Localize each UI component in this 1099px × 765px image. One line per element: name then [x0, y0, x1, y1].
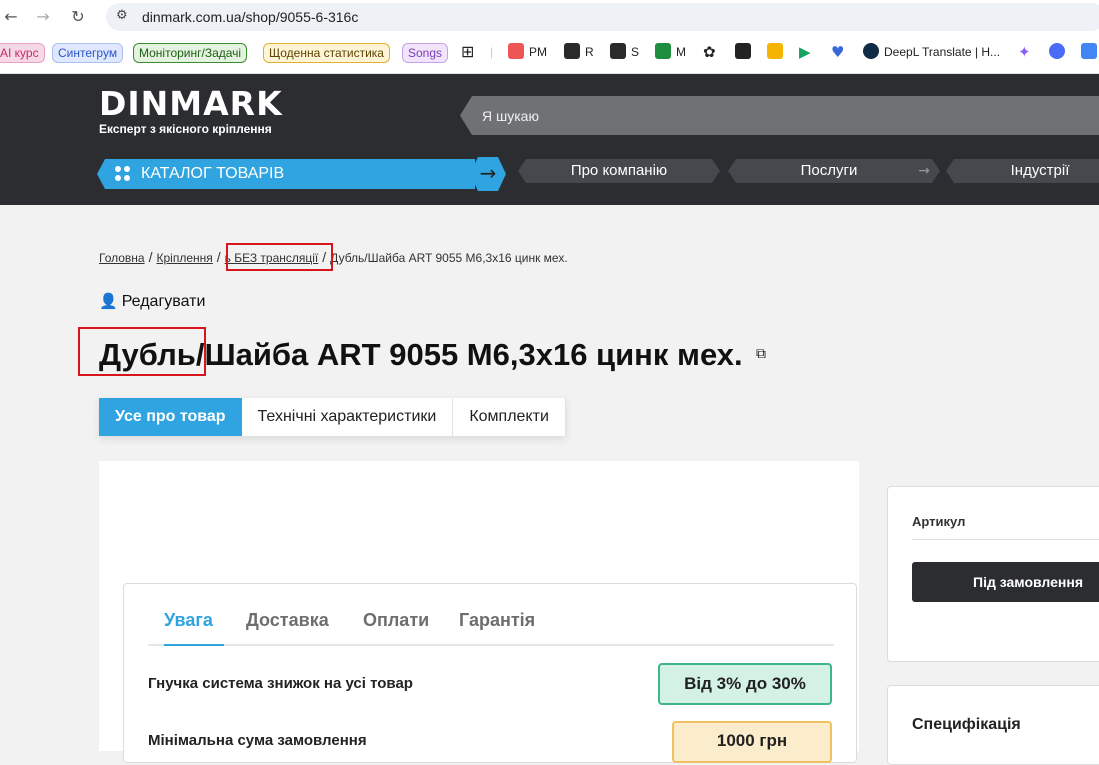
bookmarks-bar: AI курс Синтегрум Моніторинг/Задачі Щоде…	[0, 34, 1099, 74]
nav-about[interactable]: Про компанію	[518, 159, 720, 183]
apps-grid-icon[interactable]: ⊞	[461, 43, 474, 63]
info-box: Увага Доставка Оплати Гарантія Гнучка си…	[123, 583, 857, 763]
discount-badge: Від 3% до 30%	[658, 663, 832, 705]
bookmark-songs[interactable]: Songs	[402, 43, 449, 63]
info-tab-payment[interactable]: Оплати	[363, 610, 429, 631]
product-tabs: Усе про товар Технічні характеристики Ко…	[99, 398, 566, 436]
reload-icon[interactable]: ↻	[67, 6, 89, 28]
bookmark-r[interactable]: R	[564, 43, 594, 63]
info-tab-delivery[interactable]: Доставка	[246, 610, 329, 631]
nav-services[interactable]: Послуги	[728, 159, 930, 183]
bookmark-deepl-label: DeepL Translate | H...	[884, 45, 1001, 59]
bookmark-m-label: M	[676, 45, 686, 59]
logo[interactable]: DINMARK	[99, 84, 283, 123]
bookmark-ai-course[interactable]: AI курс	[0, 43, 45, 63]
breadcrumb-fasteners[interactable]: Кріплення	[156, 251, 212, 265]
arrow-right-icon[interactable]: →	[470, 157, 506, 191]
article-card: Артикул Під замовлення	[887, 486, 1099, 662]
discount-label: Гнучка система знижок на усі товар	[148, 675, 413, 692]
m-icon	[655, 43, 671, 59]
url-text[interactable]: dinmark.com.ua/shop/9055-6-316c	[142, 9, 358, 25]
search-box[interactable]	[460, 96, 1099, 135]
chatgpt-icon[interactable]: ✿	[703, 43, 716, 63]
catalog-label: КАТАЛОГ ТОВАРІВ	[141, 165, 285, 182]
order-button[interactable]: Під замовлення	[912, 562, 1099, 602]
divider	[912, 539, 1099, 540]
annotation-box-breadcrumb	[226, 243, 333, 271]
catalog-button[interactable]: КАТАЛОГ ТОВАРІВ	[97, 159, 475, 189]
forward-icon[interactable]: →	[32, 6, 54, 28]
bookmark-monitoring[interactable]: Моніторинг/Задачі	[133, 43, 248, 63]
bookmark-m[interactable]: M	[655, 43, 686, 63]
breadcrumb: Головна / Кріплення / ь БЕЗ трансляції / Дубль…	[99, 249, 568, 265]
breadcrumb-home[interactable]: Головна	[99, 251, 145, 265]
bookmark-daily-stats[interactable]: Щоденна статистика	[263, 43, 390, 63]
annotation-box-title	[78, 327, 206, 376]
site-settings-icon[interactable]: ⚙	[116, 8, 128, 23]
bookmark-s-label: S	[631, 45, 640, 59]
google-translate-icon	[1081, 43, 1097, 59]
r-icon	[564, 43, 580, 59]
back-icon[interactable]: ←	[0, 6, 22, 28]
tab-all-about-product[interactable]: Усе про товар	[99, 398, 242, 436]
edit-link[interactable]: 👤 Редагувати	[99, 292, 205, 311]
tab-kits[interactable]: Комплекти	[453, 398, 566, 436]
bookmark-deepl[interactable]: DeepL Translate | H...	[863, 43, 1000, 63]
pm-icon	[508, 43, 524, 59]
breadcrumb-separator: /	[216, 249, 221, 265]
site-header: DINMARK Експерт з якісного кріплення КАТ…	[0, 74, 1099, 205]
bookmark-icon-11[interactable]	[1081, 43, 1099, 63]
blue-circle-icon	[1049, 43, 1065, 59]
spec-label: Специфікація	[912, 716, 1021, 733]
edit-label: Редагувати	[121, 293, 206, 310]
user-gear-icon: 👤	[99, 292, 118, 310]
gemini-icon[interactable]: ✦	[1018, 43, 1031, 63]
copy-icon[interactable]: ⧉	[756, 346, 766, 362]
min-order-badge: 1000 грн	[672, 721, 832, 763]
logo-tagline: Експерт з якісного кріплення	[99, 122, 272, 136]
heart-icon[interactable]: ♥	[831, 43, 844, 63]
info-tab-attention[interactable]: Увага	[164, 610, 213, 631]
search-input[interactable]	[482, 105, 982, 127]
min-order-label: Мінімальна сума замовлення	[148, 732, 367, 749]
bookmark-syntegrum[interactable]: Синтегрум	[52, 43, 124, 63]
bookmark-icon-5[interactable]	[735, 43, 756, 63]
info-tab-warranty[interactable]: Гарантія	[459, 610, 535, 631]
breadcrumb-separator: /	[148, 249, 153, 265]
bookmark-icon-10[interactable]	[1049, 43, 1070, 63]
bookmark-r-label: R	[585, 45, 594, 59]
deepl-icon	[863, 43, 879, 59]
bookmark-icon-6[interactable]	[767, 43, 788, 63]
bookmark-separator: |	[490, 45, 494, 59]
bookmark-pm-label: PM	[529, 45, 547, 59]
dark-app-icon	[735, 43, 751, 59]
breadcrumb-current: Дубль/Шайба ART 9055 M6,3x16 цинк мех.	[330, 251, 568, 265]
tab-tech-specs[interactable]: Технічні характеристики	[242, 398, 454, 436]
product-main-panel: Увага Доставка Оплати Гарантія Гнучка си…	[99, 461, 859, 763]
s-icon	[610, 43, 626, 59]
address-bar[interactable]: ⚙ dinmark.com.ua/shop/9055-6-316c	[106, 3, 1099, 31]
browser-toolbar: ← → ↻ ⚙ dinmark.com.ua/shop/9055-6-316c	[0, 0, 1099, 34]
spec-card: Специфікація	[887, 685, 1099, 765]
bookmark-s[interactable]: S	[610, 43, 639, 63]
info-tabs-underline	[148, 644, 834, 646]
catalog-grid-icon	[115, 166, 131, 182]
play-icon[interactable]: ▶	[799, 43, 811, 63]
nav-industries[interactable]: Індустрії	[946, 159, 1099, 183]
article-label: Артикул	[912, 514, 966, 529]
meet-icon	[767, 43, 783, 59]
bookmark-pm[interactable]: PM	[508, 43, 547, 63]
